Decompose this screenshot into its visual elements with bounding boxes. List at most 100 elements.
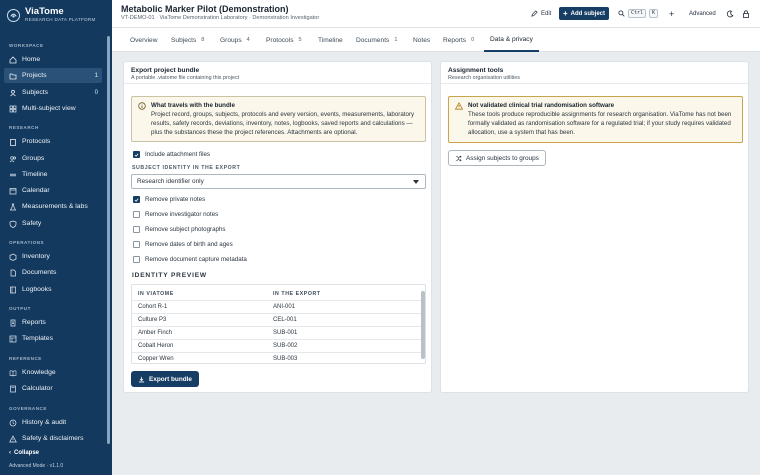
sidebar-item-label: Reports bbox=[22, 319, 46, 326]
sidebar-item-documents[interactable]: Documents bbox=[4, 265, 102, 280]
chevron-left-icon: ‹ bbox=[9, 450, 11, 456]
warning-title: Not validated clinical trial randomisati… bbox=[468, 102, 615, 109]
sidebar-item-reports[interactable]: Reports bbox=[4, 315, 102, 330]
tab-subjects[interactable]: Subjects 8 bbox=[165, 28, 210, 52]
cell-out: SUB-002 bbox=[273, 343, 298, 349]
tab-notes[interactable]: Notes bbox=[407, 28, 436, 52]
sidebar-item-disclaimers[interactable]: Safety & disclaimers bbox=[4, 431, 102, 446]
option-remove-capture-metadata[interactable]: Remove document capture metadata bbox=[133, 256, 247, 263]
export-card: Export project bundle A portable .viatom… bbox=[123, 61, 432, 393]
tab-label: Reports bbox=[443, 36, 467, 44]
sidebar-item-knowledge[interactable]: Knowledge bbox=[4, 365, 102, 380]
sidebar-item-home[interactable]: Home bbox=[4, 52, 102, 67]
add-button[interactable]: + bbox=[665, 7, 678, 20]
sidebar-item-projects[interactable]: Projects 1 bbox=[4, 68, 102, 83]
tab-data-privacy[interactable]: Data & privacy bbox=[484, 28, 539, 52]
sidebar-item-safety[interactable]: Safety bbox=[4, 216, 102, 231]
tab-label: Data & privacy bbox=[490, 35, 533, 43]
kbd-k: K bbox=[649, 9, 659, 18]
assignment-subtitle: Research organisation utilities bbox=[448, 75, 520, 81]
assign-subjects-button[interactable]: Assign subjects to groups bbox=[448, 150, 546, 166]
identity-select[interactable]: Research identifier only bbox=[131, 174, 426, 189]
sidebar-item-label: Safety & disclaimers bbox=[22, 435, 84, 442]
sidebar-item-calculator[interactable]: Calculator bbox=[4, 381, 102, 396]
cell-out: ANI-001 bbox=[273, 304, 296, 310]
note-body: Project record, groups, subjects, protoc… bbox=[151, 111, 415, 136]
cell-out: CEL-001 bbox=[273, 317, 297, 323]
sidebar-item-protocols[interactable]: Protocols bbox=[4, 134, 102, 149]
sidebar-item-calendar[interactable]: Calendar bbox=[4, 183, 102, 198]
sidebar-item-templates[interactable]: Templates bbox=[4, 331, 102, 346]
template-icon bbox=[9, 335, 17, 343]
app-version: Advanced Mode · v1.1.0 bbox=[9, 463, 64, 469]
report-icon bbox=[9, 319, 17, 327]
option-remove-investigator-notes[interactable]: Remove investigator notes bbox=[133, 211, 218, 218]
assign-subjects-label: Assign subjects to groups bbox=[466, 154, 539, 162]
tab-label: Protocols bbox=[266, 36, 294, 44]
projects-count: 1 bbox=[94, 72, 98, 79]
sidebar-item-inventory[interactable]: Inventory bbox=[4, 249, 102, 264]
sidebar-item-label: Safety bbox=[22, 220, 42, 227]
box-icon bbox=[9, 253, 17, 261]
include-attachments-checkbox[interactable]: Include attachment files bbox=[133, 151, 210, 158]
sidebar-item-multi-subject-view[interactable]: Multi-subject view bbox=[4, 101, 102, 116]
sidebar-item-label: History & audit bbox=[22, 419, 67, 426]
sidebar-item-label: Subjects bbox=[22, 89, 49, 96]
sidebar-item-history[interactable]: History & audit bbox=[4, 415, 102, 430]
option-remove-dates[interactable]: Remove dates of birth and ages bbox=[133, 241, 233, 248]
sidebar-item-logbooks[interactable]: Logbooks bbox=[4, 282, 102, 297]
cell-out: SUB-003 bbox=[273, 356, 298, 362]
table-scrollbar[interactable] bbox=[421, 291, 425, 359]
option-remove-photographs[interactable]: Remove subject photographs bbox=[133, 226, 226, 233]
shield-icon bbox=[9, 220, 17, 228]
tab-label: Timeline bbox=[318, 36, 343, 44]
assignment-title: Assignment tools bbox=[448, 67, 504, 74]
checkbox-label: Include attachment files bbox=[145, 151, 211, 158]
checkbox-label: Remove document capture metadata bbox=[145, 256, 247, 263]
export-bundle-button[interactable]: Export bundle bbox=[131, 371, 199, 387]
command-search-button[interactable]: Ctrl K bbox=[614, 7, 662, 20]
option-remove-private-notes[interactable]: Remove private notes bbox=[133, 196, 205, 203]
topbar: Metabolic Marker Pilot (Demonstration) V… bbox=[112, 0, 760, 28]
sidebar-item-timeline[interactable]: Timeline bbox=[4, 167, 102, 182]
tab-count: 4 bbox=[246, 37, 250, 43]
checkbox-label: Remove investigator notes bbox=[145, 211, 219, 218]
advanced-toggle[interactable]: Advanced bbox=[685, 7, 720, 20]
cell-out: SUB-001 bbox=[273, 330, 298, 336]
sidebar-item-subjects[interactable]: Subjects 0 bbox=[4, 85, 102, 100]
lock-button[interactable] bbox=[738, 7, 754, 20]
note-title: What travels with the bundle bbox=[151, 102, 235, 109]
export-info-note: What travels with the bundle Project rec… bbox=[131, 96, 426, 142]
export-subtitle: A portable .viatome file containing this… bbox=[131, 75, 240, 81]
timeline-icon bbox=[9, 171, 17, 179]
warning-icon bbox=[9, 434, 17, 443]
subjects-count: 0 bbox=[94, 89, 98, 96]
brand[interactable]: ViaTome RESEARCH DATA PLATFORM bbox=[7, 7, 96, 23]
tab-reports[interactable]: Reports 0 bbox=[437, 28, 480, 52]
table-row: Copper Wren SUB-003 bbox=[132, 352, 421, 363]
sidebar-scrollbar[interactable] bbox=[107, 36, 110, 444]
sidebar-item-groups[interactable]: Groups bbox=[4, 151, 102, 166]
add-subject-button[interactable]: + Add subject bbox=[559, 7, 610, 20]
table-row: Cobalt Heron SUB-002 bbox=[132, 339, 421, 352]
tab-overview[interactable]: Overview bbox=[124, 28, 163, 52]
theme-toggle[interactable] bbox=[722, 7, 738, 20]
tab-timeline[interactable]: Timeline bbox=[312, 28, 349, 52]
sidebar-item-label: Measurements & labs bbox=[22, 203, 88, 210]
tab-documents[interactable]: Documents 1 bbox=[350, 28, 403, 52]
info-icon bbox=[138, 102, 146, 110]
tab-protocols[interactable]: Protocols 5 bbox=[260, 28, 308, 52]
tab-groups[interactable]: Groups 4 bbox=[214, 28, 256, 52]
collapse-button[interactable]: ‹ Collapse bbox=[9, 450, 39, 456]
edit-label: Edit bbox=[541, 10, 552, 17]
cell-in: Copper Wren bbox=[138, 356, 174, 362]
sidebar-item-measurements[interactable]: Measurements & labs bbox=[4, 199, 102, 214]
section-governance: GOVERNANCE bbox=[9, 406, 47, 411]
advanced-label: Advanced bbox=[689, 10, 716, 17]
checkbox-label: Remove dates of birth and ages bbox=[145, 241, 233, 248]
folder-icon bbox=[9, 72, 17, 80]
cell-in: Cohort R-1 bbox=[138, 304, 168, 310]
sidebar-item-label: Projects bbox=[22, 72, 47, 79]
checkbox-box bbox=[133, 241, 140, 248]
edit-button[interactable]: Edit bbox=[527, 7, 555, 20]
